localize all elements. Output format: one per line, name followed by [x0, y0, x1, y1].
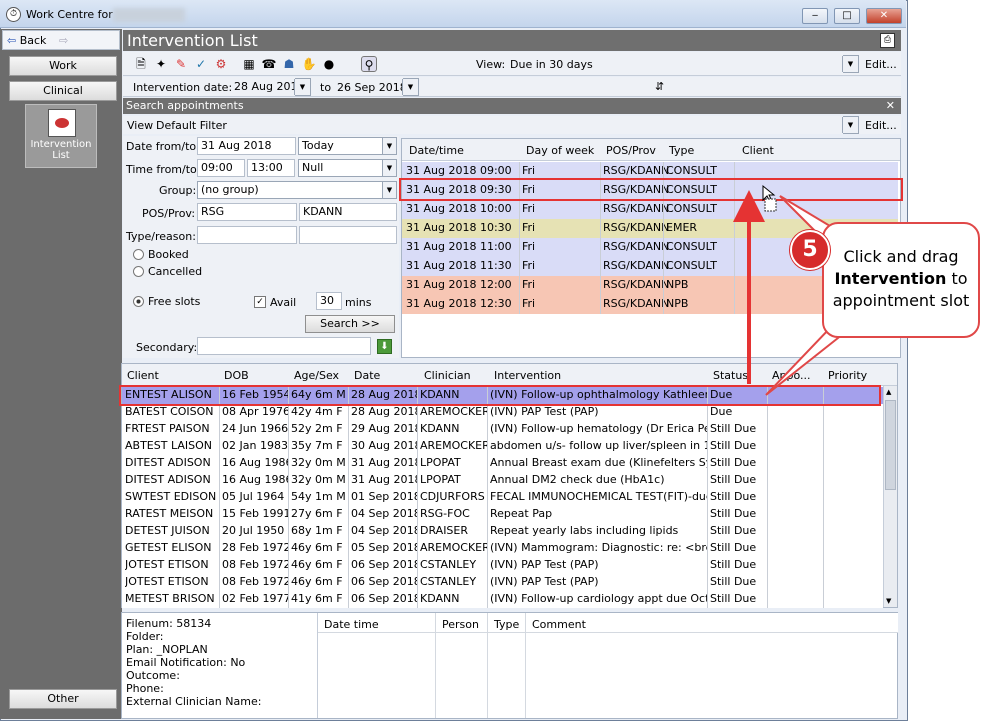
- callout-bold: Intervention: [834, 269, 947, 288]
- step-badge: 5: [790, 230, 830, 270]
- callout-line1: Click and drag: [843, 247, 959, 266]
- callout-line3: appointment slot: [832, 291, 970, 310]
- callout-line2: to: [951, 269, 968, 288]
- drag-copy-icon: [764, 198, 777, 212]
- instruction-callout: Click and drag Intervention to appointme…: [822, 222, 980, 338]
- callout-line-2: Intervention to: [824, 268, 978, 290]
- drag-arrows: [733, 184, 840, 396]
- callout-pointer-bottom: [765, 326, 840, 396]
